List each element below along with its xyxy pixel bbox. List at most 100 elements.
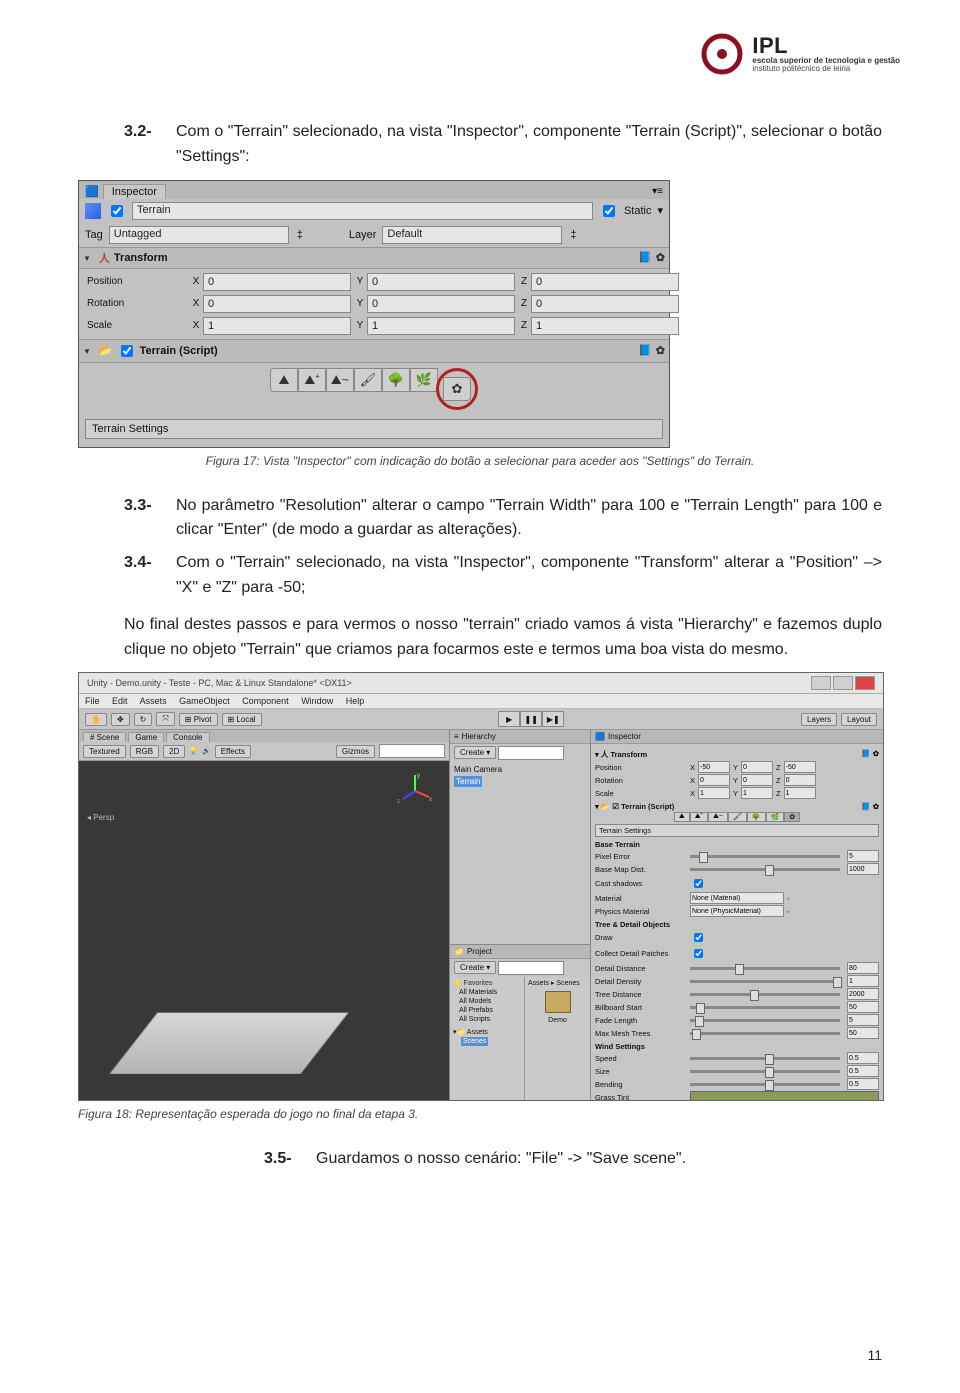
rotation-label: Rotation (87, 298, 187, 309)
color-field[interactable] (690, 1091, 879, 1100)
static-checkbox[interactable] (603, 205, 615, 217)
step-button[interactable]: ▶❚ (542, 711, 564, 727)
figure-17-caption: Figura 17: Vista "Inspector" com indicaç… (78, 454, 882, 468)
scale-label: Scale (87, 320, 187, 331)
pivot-toggle[interactable]: ⊞ Pivot (179, 713, 218, 726)
scale-tool-icon[interactable]: ⤧ (156, 712, 174, 726)
step-number: 3.5- (264, 1147, 298, 1172)
pos-y[interactable] (367, 273, 515, 291)
scl-y[interactable] (367, 317, 515, 335)
step-body: No parâmetro "Resolution" alterar o camp… (176, 494, 882, 544)
menu-edit[interactable]: Edit (112, 696, 128, 706)
close-button[interactable] (855, 676, 875, 690)
step-3-5: 3.5- Guardamos o nosso cenário: "File" -… (78, 1147, 882, 1172)
game-tab[interactable]: Game (128, 732, 164, 742)
active-checkbox[interactable] (111, 205, 123, 217)
maximize-button[interactable] (833, 676, 853, 690)
rot-z[interactable] (531, 295, 679, 313)
terrain-plane (109, 1013, 349, 1075)
menu-help[interactable]: Help (346, 696, 365, 706)
gizmos-toggle[interactable]: Gizmos (336, 745, 375, 758)
place-trees-icon[interactable]: 🌳 (382, 368, 410, 392)
project-folder-selected[interactable]: Scenes (461, 1037, 488, 1046)
hand-tool-icon[interactable]: ✋ (85, 713, 107, 726)
paint-texture-icon[interactable]: 🖌 (354, 368, 382, 392)
paint-height-icon[interactable]: ⛰⁺ (298, 368, 326, 392)
page-number: 11 (867, 1347, 882, 1363)
rot-x[interactable] (203, 295, 351, 313)
raise-lower-icon[interactable]: ⛰ (270, 368, 298, 392)
scene-file-icon[interactable] (545, 991, 571, 1013)
hierarchy-create[interactable]: Create ▾ (454, 746, 496, 759)
scene-search[interactable] (379, 744, 445, 758)
menu-file[interactable]: File (85, 696, 100, 706)
step-number: 3.3- (124, 494, 158, 544)
local-toggle[interactable]: ⊞ Local (222, 713, 262, 726)
component-menu-icon[interactable]: ✿ (656, 251, 665, 264)
minimize-button[interactable] (811, 676, 831, 690)
project-search[interactable] (498, 961, 564, 975)
svg-text:y: y (417, 773, 420, 779)
tag-dropdown[interactable]: Untagged (109, 226, 289, 244)
render-mode[interactable]: RGB (130, 745, 159, 758)
component-menu-icon[interactable]: ✿ (656, 344, 665, 357)
layer-label: Layer (349, 229, 377, 241)
rot-y[interactable] (367, 295, 515, 313)
scl-x[interactable] (203, 317, 351, 335)
menu-assets[interactable]: Assets (140, 696, 167, 706)
terrain-settings-button[interactable]: ✿ (443, 377, 471, 401)
console-tab[interactable]: Console (166, 732, 209, 742)
layer-dropdown[interactable]: Default (382, 226, 562, 244)
help-icon[interactable]: 📘 (638, 251, 652, 264)
terrain-script-header[interactable]: 📂 Terrain (Script) 📘 ✿ (79, 339, 669, 363)
fav-item[interactable]: All Materials (459, 988, 521, 997)
figure-17-inspector-panel: 🟦 Inspector ▾≡ Terrain Static ▾ Tag Unta… (78, 180, 670, 448)
layout-dropdown[interactable]: Layout (841, 713, 877, 726)
inspector-tab[interactable]: Inspector (608, 732, 641, 741)
rotate-tool-icon[interactable]: ↻ (134, 713, 153, 726)
step-body: Com o "Terrain" selecionado, na vista "I… (176, 120, 882, 170)
menu-component[interactable]: Component (242, 696, 289, 706)
scl-z[interactable] (531, 317, 679, 335)
draw-mode[interactable]: Textured (83, 745, 126, 758)
pause-button[interactable]: ❚❚ (520, 711, 542, 727)
fav-item[interactable]: All Models (459, 997, 521, 1006)
help-icon[interactable]: 📘 (638, 344, 652, 357)
step-body: Com o "Terrain" selecionado, na vista "I… (176, 551, 882, 601)
move-tool-icon[interactable]: ✥ (111, 713, 130, 726)
insp-pos-y[interactable] (741, 761, 773, 773)
insp-pos-z[interactable] (784, 761, 816, 773)
effects-toggle[interactable]: Effects (215, 745, 251, 758)
fav-item[interactable]: All Prefabs (459, 1006, 521, 1015)
menu-window[interactable]: Window (301, 696, 333, 706)
layers-dropdown[interactable]: Layers (801, 713, 837, 726)
pos-z[interactable] (531, 273, 679, 291)
name-field[interactable]: Terrain (132, 202, 593, 220)
paint-details-icon[interactable]: 🌿 (410, 368, 438, 392)
project-header: 📁Project (450, 945, 590, 959)
transform-header[interactable]: 人 Transform 📘 ✿ (79, 247, 669, 269)
project-create[interactable]: Create ▾ (454, 961, 496, 974)
persp-label[interactable]: Persp (87, 813, 114, 822)
scene-file-label: Demo (528, 1017, 587, 1024)
scene-view[interactable]: y x z Persp (79, 761, 449, 1100)
scene-tab[interactable]: # Scene (83, 732, 126, 742)
2d-toggle[interactable]: 2D (163, 745, 185, 758)
orientation-gizmo-icon[interactable]: y x z (395, 771, 435, 811)
smooth-height-icon[interactable]: ⛰~ (326, 368, 354, 392)
breadcrumb[interactable]: Assets ▸ Scenes (528, 979, 587, 987)
menu-gameobject[interactable]: GameObject (179, 696, 230, 706)
static-label: Static (624, 205, 652, 217)
hierarchy-search[interactable] (498, 746, 564, 760)
svg-text:z: z (397, 799, 400, 805)
insp-pos-x[interactable] (698, 761, 730, 773)
fav-item[interactable]: All Scripts (459, 1015, 521, 1024)
pos-x[interactable] (203, 273, 351, 291)
hierarchy-item[interactable]: Main Camera (454, 764, 586, 775)
tag-label: Tag (85, 229, 103, 241)
static-dropdown-icon[interactable]: ▾ (657, 204, 663, 217)
hierarchy-item-selected[interactable]: Terrain (454, 776, 482, 787)
play-button[interactable]: ▶ (498, 711, 520, 727)
window-title: Unity - Demo.unity - Teste - PC, Mac & L… (87, 678, 352, 688)
inspector-tab[interactable]: Inspector (103, 184, 166, 199)
